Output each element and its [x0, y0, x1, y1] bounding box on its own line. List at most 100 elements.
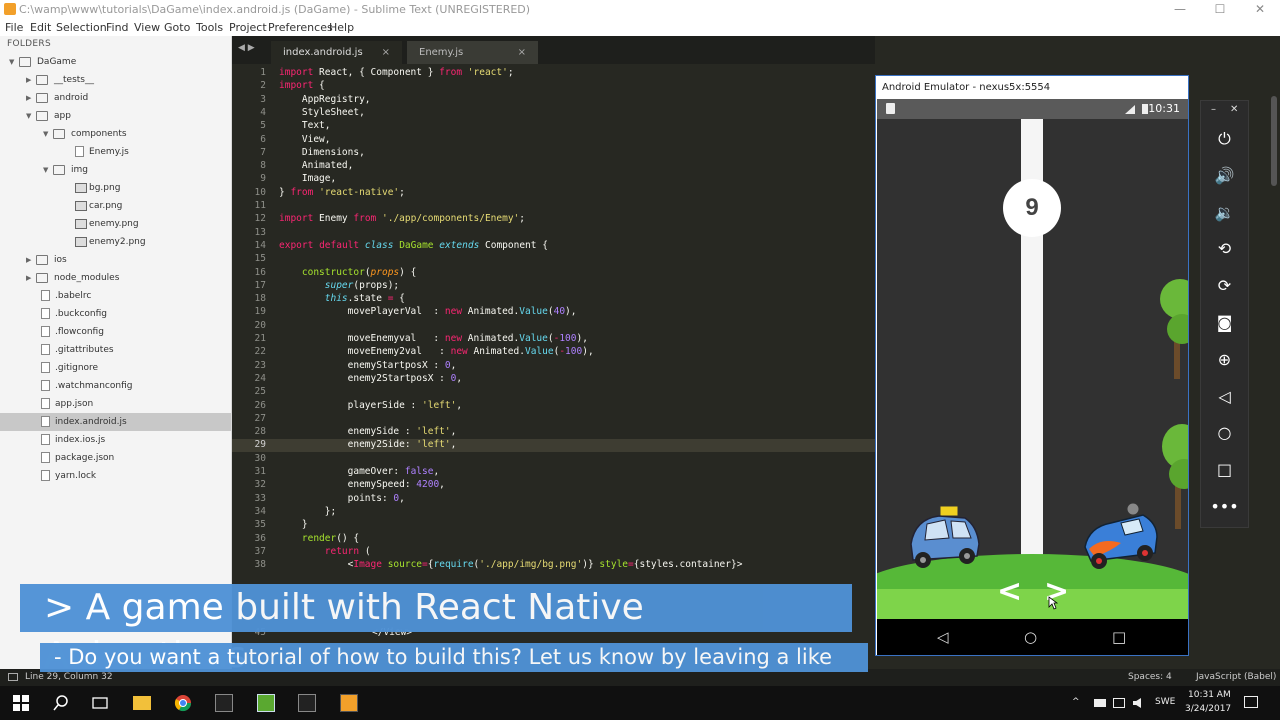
menu-find[interactable]: Find	[106, 19, 129, 36]
sidebar-item[interactable]: enemy.png	[0, 215, 231, 233]
sidebar-item[interactable]: ▼ app	[0, 107, 231, 125]
folder-icon	[19, 57, 31, 67]
indentation-setting[interactable]: Spaces: 4	[1128, 669, 1172, 686]
emulator-minimize-button[interactable]: –	[1211, 104, 1216, 115]
back-icon[interactable]: ◁	[1201, 387, 1248, 406]
sidebar-item[interactable]: .gitattributes	[0, 341, 231, 359]
tab-enemy[interactable]: Enemy.js ×	[407, 41, 538, 64]
sidebar-item[interactable]: package.json	[0, 449, 231, 467]
power-icon[interactable]: ⏻	[1201, 129, 1248, 149]
sidebar-item[interactable]: ▼ img	[0, 161, 231, 179]
sidebar-item[interactable]: ▶ android	[0, 89, 231, 107]
sidebar-item[interactable]: .gitignore	[0, 359, 231, 377]
menu-file[interactable]: File	[5, 19, 23, 36]
menu-goto[interactable]: Goto	[164, 19, 190, 36]
file-explorer-icon[interactable]	[133, 696, 151, 710]
nav-back-icon[interactable]: ◁	[937, 628, 949, 646]
menu-edit[interactable]: Edit	[30, 19, 51, 36]
sidebar-item[interactable]: bg.png	[0, 179, 231, 197]
minimize-button[interactable]: —	[1160, 0, 1200, 19]
sidebar-item[interactable]: .watchmanconfig	[0, 377, 231, 395]
game-canvas[interactable]: 9 < >	[877, 119, 1188, 655]
sidebar-item[interactable]: ▶ node_modules	[0, 269, 231, 287]
code-line: AppRegistry,	[279, 93, 371, 105]
maximize-button[interactable]: ☐	[1200, 0, 1240, 19]
menu-help[interactable]: Help	[329, 19, 354, 36]
tab-close-icon[interactable]: ×	[518, 41, 526, 64]
tray-chevron-icon[interactable]: ^	[1072, 697, 1080, 707]
panel-toggle-icon[interactable]	[8, 673, 18, 681]
folder-icon	[36, 273, 48, 283]
tab-index-android[interactable]: index.android.js ×	[271, 41, 402, 64]
chevron-down-icon[interactable]: ▼	[43, 161, 48, 179]
player-car	[910, 505, 980, 568]
tab-close-icon[interactable]: ×	[382, 41, 390, 64]
camera-icon[interactable]: ◙	[1201, 313, 1248, 332]
menu-selection[interactable]: Selection	[56, 19, 107, 36]
sidebar-item-label: index.ios.js	[55, 435, 106, 445]
file-icon	[41, 326, 50, 337]
emulator-close-button[interactable]: ✕	[1230, 104, 1238, 115]
notifications-icon[interactable]	[1244, 696, 1258, 708]
chevron-right-icon[interactable]: ▶	[26, 251, 31, 269]
move-left-button[interactable]: <	[997, 574, 1022, 609]
zoom-icon[interactable]: ⊕	[1201, 350, 1248, 369]
sidebar-item[interactable]: enemy2.png	[0, 233, 231, 251]
sidebar-item[interactable]: Enemy.js	[0, 143, 231, 161]
nav-overview-icon[interactable]: □	[1112, 628, 1126, 646]
android-studio-icon[interactable]	[257, 694, 275, 712]
windows-start-icon[interactable]	[12, 694, 30, 712]
clock-date[interactable]: 3/24/2017	[1185, 704, 1231, 714]
chevron-right-icon[interactable]: ▶	[26, 269, 31, 287]
sidebar-item[interactable]: yarn.lock	[0, 467, 231, 485]
volume-down-icon[interactable]: 🔉	[1201, 203, 1248, 222]
close-button[interactable]: ✕	[1240, 0, 1280, 19]
scroll-thumb[interactable]	[1271, 96, 1277, 186]
syntax-setting[interactable]: JavaScript (Babel)	[1196, 669, 1276, 686]
more-icon[interactable]: •••	[1201, 497, 1248, 516]
sidebar-item[interactable]: ▼ DaGame	[0, 53, 231, 71]
language-indicator[interactable]: SWE	[1155, 697, 1175, 707]
editor-scrollbar[interactable]	[1268, 36, 1280, 669]
sidebar-item[interactable]: car.png	[0, 197, 231, 215]
tab-nav-arrows[interactable]: ◀ ▶	[238, 43, 255, 53]
rotate-right-icon[interactable]: ⟳	[1201, 276, 1248, 295]
menu-preferences[interactable]: Preferences	[268, 19, 333, 36]
sidebar-item[interactable]: index.android.js	[0, 413, 231, 431]
sidebar-item[interactable]: app.json	[0, 395, 231, 413]
menu-view[interactable]: View	[134, 19, 160, 36]
chevron-down-icon[interactable]: ▼	[9, 53, 14, 71]
chevron-down-icon[interactable]: ▼	[43, 125, 48, 143]
menu-project[interactable]: Project	[229, 19, 267, 36]
sidebar-item[interactable]: index.ios.js	[0, 431, 231, 449]
sidebar-item[interactable]: ▼ components	[0, 125, 231, 143]
code-line: movePlayerVal : new Animated.Value(40),	[279, 306, 577, 318]
sidebar-item[interactable]: .babelrc	[0, 287, 231, 305]
sidebar-item[interactable]: ▶ __tests__	[0, 71, 231, 89]
task-view-icon[interactable]	[91, 694, 109, 712]
chrome-icon[interactable]	[174, 694, 192, 712]
search-icon[interactable]	[52, 694, 70, 712]
code-editor[interactable]: 1 2 3 4 5 6 7 8 9 10 11 12 13 14 15 16 17 18 19 20 21 22 23 24 2…	[232, 64, 875, 669]
sidebar-item[interactable]: .buckconfig	[0, 305, 231, 323]
sidebar-item[interactable]: ▶ ios	[0, 251, 231, 269]
network-tray-icon[interactable]	[1113, 698, 1125, 708]
nav-home-icon[interactable]: ○	[1024, 628, 1037, 646]
chevron-down-icon[interactable]: ▼	[26, 107, 31, 125]
menu-tools[interactable]: Tools	[196, 19, 223, 36]
overview-icon[interactable]: □	[1201, 460, 1248, 479]
cmd-icon[interactable]	[298, 694, 316, 712]
chevron-right-icon[interactable]: ▶	[26, 71, 31, 89]
clock-time[interactable]: 10:31 AM	[1188, 690, 1231, 700]
terminal-icon[interactable]	[215, 694, 233, 712]
sidebar-item[interactable]: .flowconfig	[0, 323, 231, 341]
home-icon[interactable]: ○	[1201, 423, 1248, 442]
battery-tray-icon[interactable]	[1094, 699, 1106, 707]
line-number: 15	[254, 253, 266, 265]
phone-screen[interactable]: 10:31 9 < > ◁ ○ □	[877, 99, 1188, 655]
volume-tray-icon[interactable]	[1133, 698, 1141, 708]
chevron-right-icon[interactable]: ▶	[26, 89, 31, 107]
sublime-taskbar-icon[interactable]	[340, 694, 358, 712]
rotate-left-icon[interactable]: ⟲	[1201, 239, 1248, 258]
volume-up-icon[interactable]: 🔊	[1201, 166, 1248, 185]
